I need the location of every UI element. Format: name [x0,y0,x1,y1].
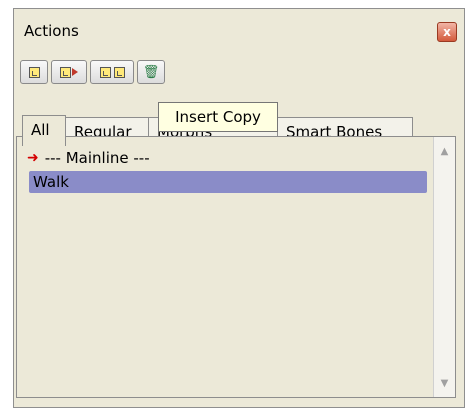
insert-action-icon [60,66,71,78]
copy-icon [113,66,125,78]
list-content: ➜ --- Mainline --- Walk [17,137,433,397]
actions-list: ➜ --- Mainline --- Walk ▲ ▼ [16,136,456,398]
panel-title: Actions [24,22,79,40]
scroll-down-arrow-icon[interactable]: ▼ [436,373,453,393]
red-arrow-icon: ➜ [27,150,39,166]
vertical-scrollbar[interactable]: ▲ ▼ [433,137,455,397]
close-button[interactable]: x [437,22,457,42]
trash-icon: 🗑 [142,64,160,80]
list-item-label: Walk [33,173,69,191]
new-action-icon [28,66,40,78]
tooltip: Insert Copy [158,102,278,132]
insert-action-button[interactable] [51,60,87,84]
insert-copy-icon [99,66,111,78]
close-icon: x [443,25,451,39]
tab-all[interactable]: All [22,115,66,146]
list-item-walk[interactable]: Walk [29,171,427,193]
insert-copy-button[interactable] [90,60,134,84]
delete-action-button[interactable]: 🗑 [137,60,165,84]
scroll-up-arrow-icon[interactable]: ▲ [436,141,453,161]
new-action-button[interactable] [20,60,48,84]
list-item-mainline[interactable]: ➜ --- Mainline --- [27,147,150,169]
insert-arrow-icon [72,68,78,76]
list-item-label: --- Mainline --- [44,149,150,167]
